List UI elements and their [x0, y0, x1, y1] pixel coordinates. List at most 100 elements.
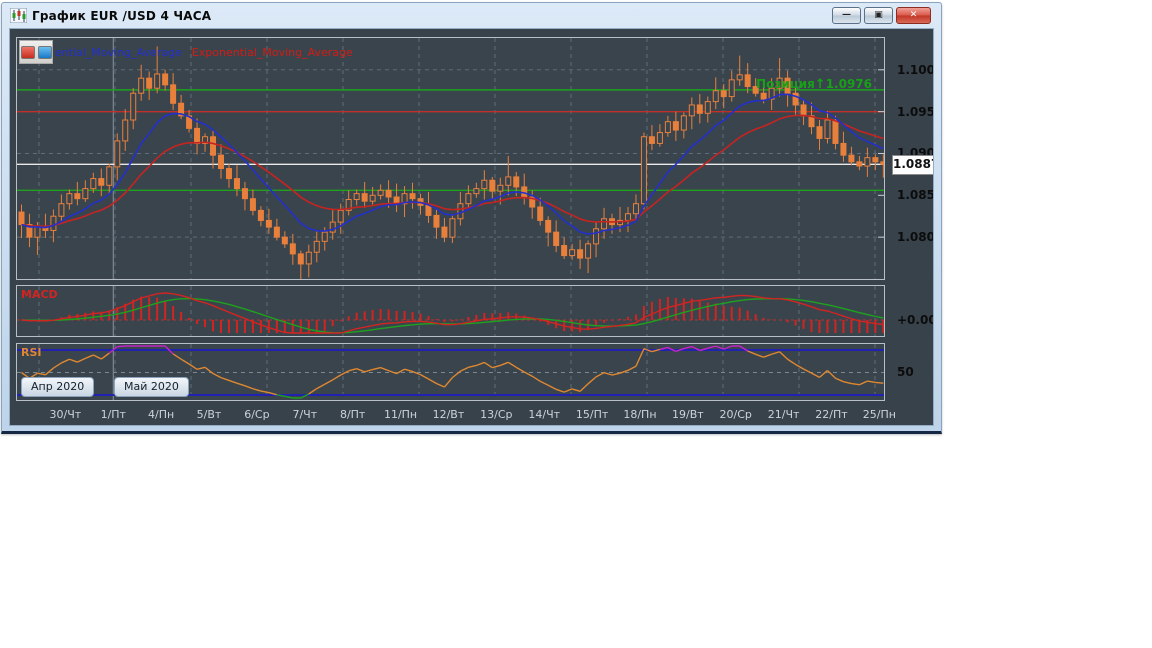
candle [249, 198, 256, 211]
candle [50, 215, 57, 231]
candle [90, 178, 97, 190]
candle [880, 161, 884, 165]
candle [170, 84, 177, 104]
candle [489, 179, 496, 192]
close-button[interactable]: ✕ [896, 7, 931, 24]
date-axis: 30/Чт 1/Пт 4/Пн 5/Вт 6/Ср 7/Чт 8/Пт 11/Пн 12/Вт 1… [16, 405, 933, 425]
candle [162, 73, 169, 86]
date-tick-label: 4/Пн [148, 408, 175, 421]
ema-red-label: Exponential_Moving_Average [191, 45, 353, 59]
date-tick-label: 13/Ср [480, 408, 513, 421]
price-axis: 1.08001.08501.09001.09501.1000 1.0887 [887, 37, 933, 280]
date-tick-label: 22/Пт [815, 408, 848, 421]
month-button-apr[interactable]: Апр 2020 [21, 377, 95, 397]
candle [632, 203, 639, 215]
date-tick-label: 20/Ср [719, 408, 752, 421]
indicator-legend: ential_Moving_Average Exponential_Moving… [19, 40, 353, 64]
candle [82, 188, 89, 200]
legend-blue-button[interactable] [37, 45, 52, 59]
macd-label: MACD [21, 288, 58, 301]
date-tick-label: 11/Пн [383, 408, 418, 421]
window-title: График EUR /USD 4 ЧАСА [32, 8, 212, 23]
macd-panel[interactable]: MACD [16, 285, 885, 337]
candle [257, 209, 264, 221]
date-tick-label: 5/Вт [196, 408, 222, 421]
current-price-box: 1.0887 [892, 155, 933, 176]
candle [297, 253, 304, 265]
candle [273, 226, 280, 238]
candle [505, 176, 512, 186]
minimize-button[interactable]: — [832, 7, 861, 24]
candle [369, 194, 376, 202]
candle [58, 203, 65, 217]
date-tick-label: 6/Ср [244, 408, 270, 421]
candle [122, 119, 129, 142]
title-bar[interactable]: График EUR /USD 4 ЧАСА — ▣ ✕ [9, 3, 934, 28]
candle [832, 119, 839, 144]
candle [593, 228, 600, 245]
candle [321, 231, 328, 242]
candle [585, 243, 592, 259]
candle [305, 251, 312, 265]
date-tick-label: 25/Пн [862, 408, 896, 421]
price-tick-label: 1.0850 [897, 188, 933, 203]
date-tick-label: 14/Чт [528, 408, 561, 421]
candle [680, 115, 687, 131]
candle [377, 189, 384, 196]
candle [194, 127, 201, 144]
candle [457, 203, 464, 220]
candle [872, 157, 879, 163]
restore-button[interactable]: ▣ [864, 7, 893, 24]
candle [34, 226, 41, 238]
candle [241, 188, 248, 200]
price-chart-canvas[interactable] [17, 38, 884, 279]
candle [712, 90, 719, 103]
candle [74, 193, 81, 200]
candle [792, 92, 799, 106]
candle [664, 121, 671, 134]
candle [688, 104, 695, 117]
candle [138, 77, 145, 94]
month-button-may[interactable]: Май 2020 [114, 377, 189, 397]
candle [640, 136, 647, 205]
price-tick-label: 1.0800 [897, 230, 933, 245]
candle [146, 77, 153, 89]
candle [337, 209, 344, 223]
ema-blue-label: ential_Moving_Average [55, 45, 182, 59]
candle [864, 157, 871, 167]
candle [497, 184, 504, 192]
legend-red-button[interactable] [20, 45, 35, 59]
candle [66, 193, 73, 205]
macd-canvas[interactable] [17, 286, 884, 336]
candle [130, 92, 137, 121]
candle [265, 219, 272, 228]
candle [281, 236, 288, 245]
price-chart-panel[interactable]: ential_Moving_Average Exponential_Moving… [16, 37, 885, 280]
candle [225, 168, 232, 180]
candle [624, 213, 631, 221]
candle [433, 214, 440, 228]
rsi-label: RSI [21, 346, 42, 359]
price-tick-label: 1.1000 [897, 62, 933, 77]
rsi-mid-label: 50 [897, 364, 914, 379]
legend-button-panel [19, 40, 53, 64]
up-arrow-icon: ↑ [814, 76, 826, 92]
candle [648, 136, 655, 144]
candle [18, 211, 25, 226]
candle [361, 193, 368, 202]
rsi-panel[interactable]: RSI Апр 2020 Май 2020 [16, 343, 885, 401]
candle [656, 132, 663, 144]
candle [848, 154, 855, 163]
candle [329, 221, 336, 233]
chart-window: График EUR /USD 4 ЧАСА — ▣ ✕ ential_Movi… [1, 2, 942, 434]
chart-client-area: ential_Moving_Average Exponential_Moving… [9, 28, 934, 426]
candle [577, 249, 584, 259]
candle [154, 73, 161, 89]
date-tick-label: 1/Пт [100, 408, 126, 421]
candle [449, 218, 456, 238]
candle [513, 176, 520, 188]
candle [289, 243, 296, 255]
date-tick-label: 12/Вт [432, 408, 465, 421]
candle [672, 121, 679, 131]
candle [473, 188, 480, 195]
